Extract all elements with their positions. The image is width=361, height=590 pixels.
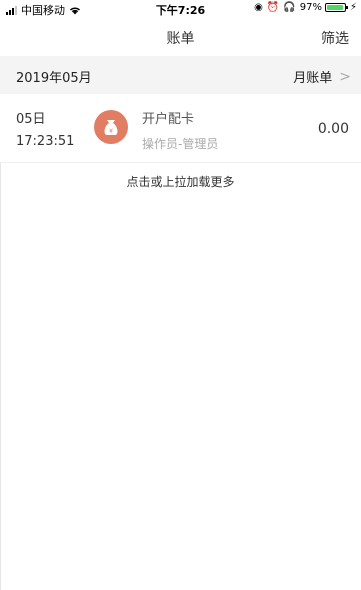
chevron-right-icon: >	[339, 68, 351, 85]
load-more-button[interactable]: 点击或上拉加载更多	[0, 173, 361, 190]
monthly-bill-label: 月账单	[293, 71, 333, 86]
battery-percent: 97%	[299, 2, 322, 13]
filter-button[interactable]: 筛选	[321, 28, 349, 48]
status-right: ◉ ⏰ 🎧 97% ⚡	[250, 2, 357, 13]
svg-text:¥: ¥	[109, 128, 113, 135]
page-title: 账单	[166, 31, 195, 47]
record-time: 17:23:51	[16, 134, 75, 149]
battery-fill	[326, 5, 344, 10]
record-operator: 操作员-管理员	[142, 137, 219, 151]
month-label: 2019年05月	[16, 71, 92, 86]
money-bag-icon: ¥	[94, 110, 128, 144]
charging-icon: ⚡	[349, 2, 357, 13]
status-bar: 中国移动 下午7:26 ◉ ⏰ 🎧 97% ⚡	[0, 0, 361, 18]
battery-icon	[324, 3, 348, 12]
headphones-icon: 🎧	[283, 2, 296, 13]
record-date: 05日	[16, 112, 46, 127]
list-item[interactable]: 05日 17:23:51 ¥ 开户配卡 操作员-管理员 0.00	[0, 94, 361, 163]
record-title: 开户配卡	[142, 112, 195, 127]
nav-bar: 账单 筛选	[0, 18, 361, 56]
monthly-bill-button[interactable]: 月账单 >	[293, 67, 351, 87]
record-amount: 0.00	[317, 121, 349, 137]
alarm-icon: ⏰	[266, 2, 280, 13]
location-icon: ◉	[254, 2, 263, 13]
month-header: 2019年05月 月账单 >	[0, 56, 361, 94]
